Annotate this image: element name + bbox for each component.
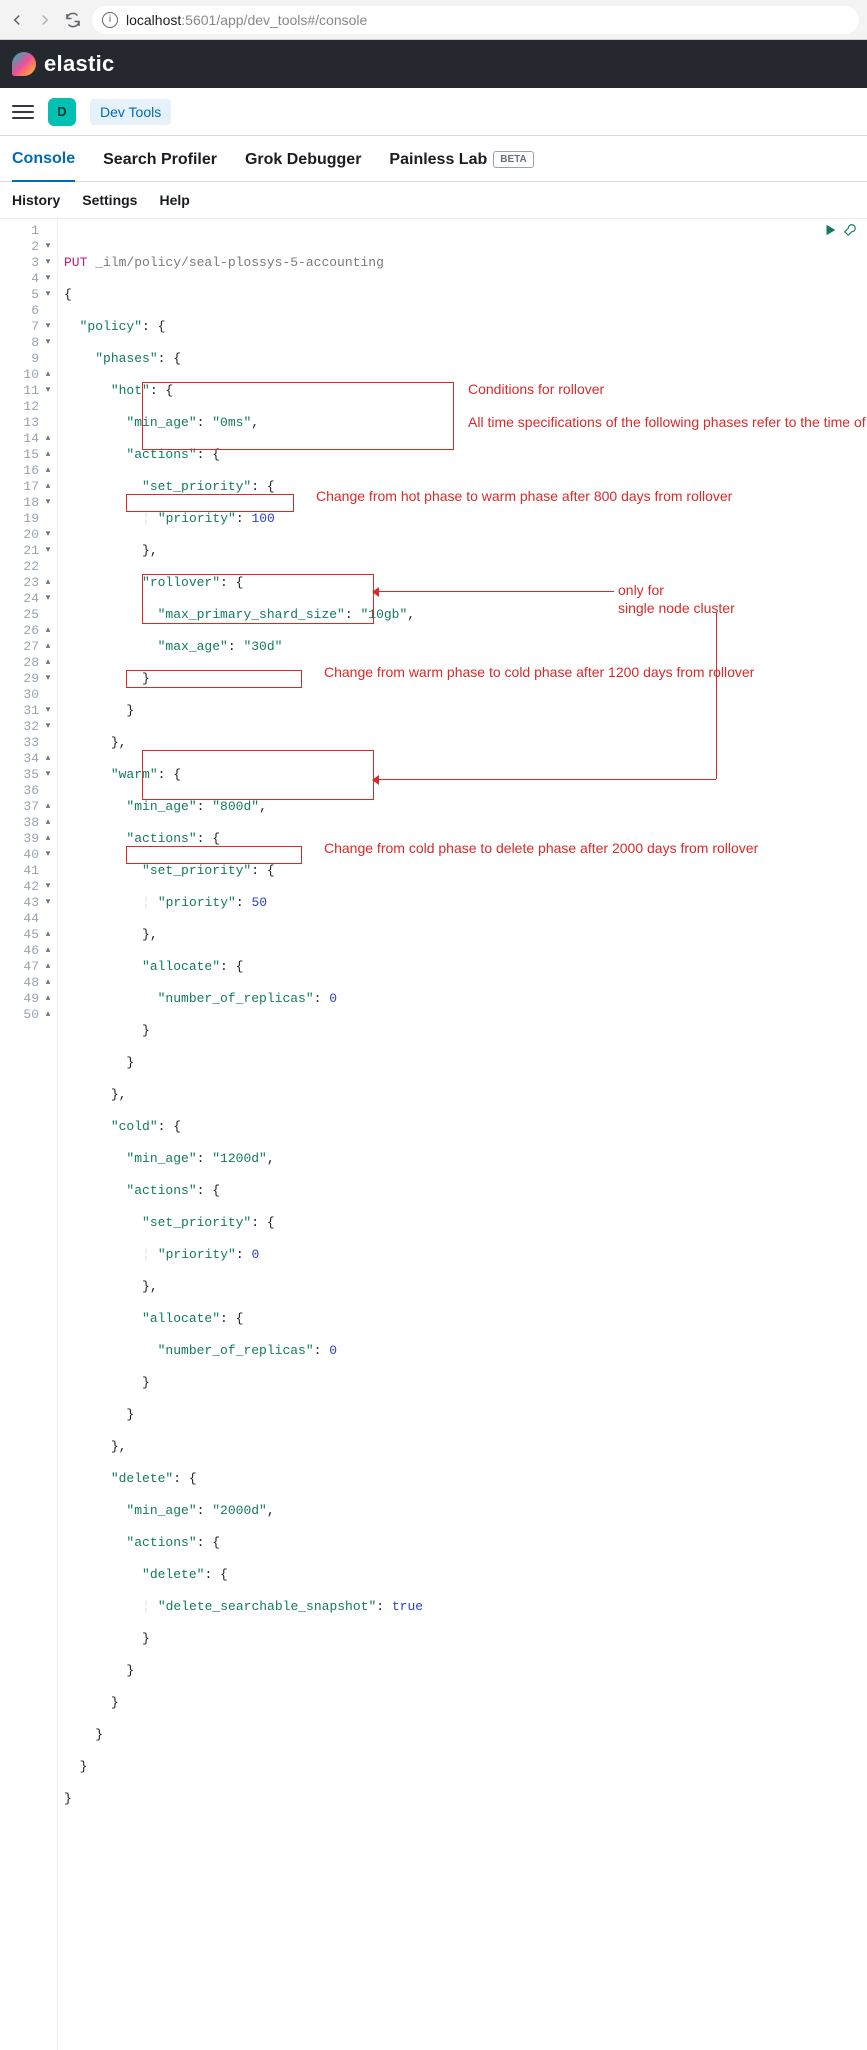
anno-arrow-allocate-warm (378, 591, 614, 592)
reload-icon[interactable] (64, 11, 82, 29)
subtab-help[interactable]: Help (159, 192, 189, 208)
beta-badge: BETA (493, 151, 533, 168)
console-subtabs: History Settings Help (0, 182, 867, 219)
breadcrumb[interactable]: Dev Tools (90, 99, 171, 125)
gutter: 1 2▾ 3▾ 4▾ 5▾ 6 7▾ 8▾ 9 10▴ 11▾ 12 13 14… (0, 219, 58, 2050)
info-icon[interactable]: i (102, 12, 118, 28)
back-icon[interactable] (8, 11, 26, 29)
elastic-logo-text[interactable]: elastic (44, 51, 115, 77)
wrench-icon[interactable] (843, 223, 857, 237)
anno-box-delete-minage (126, 846, 302, 864)
tab-grok-debugger[interactable]: Grok Debugger (245, 151, 361, 181)
elastic-logo-icon[interactable] (12, 52, 36, 76)
url-bar[interactable]: i localhost:5601/app/dev_tools#/console (92, 6, 859, 34)
forward-icon[interactable] (36, 11, 54, 29)
avatar[interactable]: D (48, 98, 76, 126)
url-text: localhost:5601/app/dev_tools#/console (126, 12, 367, 28)
browser-bar: i localhost:5601/app/dev_tools#/console (0, 0, 867, 40)
tab-search-profiler[interactable]: Search Profiler (103, 151, 217, 181)
kibana-chrome: D Dev Tools (0, 88, 867, 136)
subtab-history[interactable]: History (12, 192, 60, 208)
anno-vline (716, 613, 717, 779)
editor[interactable]: 1 2▾ 3▾ 4▾ 5▾ 6 7▾ 8▾ 9 10▴ 11▾ 12 13 14… (0, 219, 867, 2050)
tab-painless-label: Painless Lab (389, 151, 487, 169)
elastic-header: elastic (0, 40, 867, 88)
tab-painless-lab[interactable]: Painless Lab BETA (389, 151, 533, 181)
subtab-settings[interactable]: Settings (82, 192, 137, 208)
menu-icon[interactable] (12, 101, 34, 123)
dev-tabs: Console Search Profiler Grok Debugger Pa… (0, 136, 867, 182)
line-no: 1 (0, 223, 53, 239)
tab-console[interactable]: Console (12, 150, 75, 182)
anno-box-warm-minage (126, 494, 294, 512)
run-icon[interactable] (823, 223, 837, 237)
code-area[interactable]: PUT _ilm/policy/seal-plossys-5-accountin… (58, 219, 867, 2050)
